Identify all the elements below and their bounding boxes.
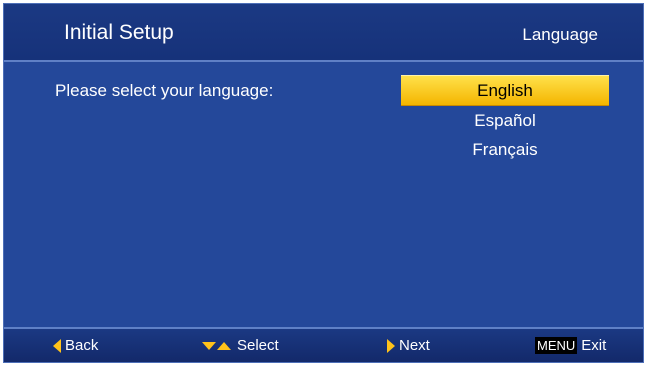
footer-bar: Back Select Next MENU Exit	[4, 327, 643, 362]
language-option-francais[interactable]: Français	[401, 135, 609, 164]
up-down-arrows-icon	[202, 341, 231, 350]
exit-label: Exit	[581, 337, 607, 354]
arrow-right-icon	[387, 338, 395, 353]
setup-screen: Initial Setup Language Please select you…	[3, 3, 644, 363]
select-label: Select	[237, 337, 279, 354]
language-option-espanol[interactable]: Español	[401, 106, 609, 135]
back-label: Back	[65, 337, 99, 354]
next-label: Next	[399, 337, 430, 354]
arrow-left-icon	[53, 338, 61, 353]
back-button[interactable]: Back	[53, 337, 98, 354]
menu-key-badge: MENU	[535, 337, 578, 354]
header-bar: Initial Setup Language	[4, 4, 643, 62]
language-option-english[interactable]: English	[401, 75, 609, 106]
select-hint[interactable]: Select	[202, 337, 279, 354]
exit-button[interactable]: MENU Exit	[535, 337, 606, 354]
section-title: Language	[522, 25, 598, 44]
language-prompt: Please select your language:	[55, 81, 274, 100]
language-list: English Español Français	[401, 75, 609, 164]
page-title: Initial Setup	[64, 21, 174, 44]
next-button[interactable]: Next	[387, 337, 430, 354]
